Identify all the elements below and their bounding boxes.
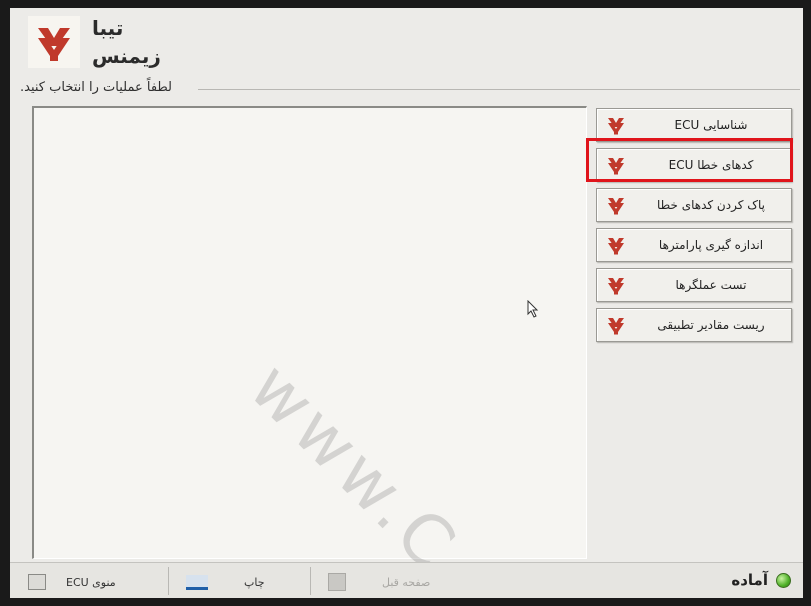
reset-adaptive-values-button[interactable]: ریست مقادیر تطبیقی <box>596 308 792 342</box>
saipa-logo-icon <box>603 193 629 217</box>
saipa-logo-icon <box>603 273 629 297</box>
actuator-test-button[interactable]: تست عملگرها <box>596 268 792 302</box>
ecu-menu-button[interactable]: منوی ECU <box>28 569 116 595</box>
statusbar-separator <box>168 567 169 595</box>
print-button[interactable]: چاپ <box>186 569 265 595</box>
status-text: آماده <box>731 571 768 589</box>
selection-highlight-box <box>586 138 793 182</box>
app-window: تیبا زیمنس لطفاً عملیات را انتخاب کنید. … <box>10 8 803 598</box>
saipa-logo-icon <box>603 113 629 137</box>
menu-item-label: ریست مقادیر تطبیقی <box>657 318 765 332</box>
clear-fault-codes-button[interactable]: پاک کردن کدهای خطا <box>596 188 792 222</box>
status-bar: منوی ECU چاپ صفحه قبل آماده <box>10 562 803 598</box>
content-panel <box>32 106 587 559</box>
menu-item-label: پاک کردن کدهای خطا <box>657 198 765 212</box>
back-arrow-icon <box>328 573 346 591</box>
menu-item-label: شناسایی ECU <box>674 118 748 132</box>
group-divider <box>198 89 800 90</box>
printer-icon <box>186 574 208 590</box>
app-title-line2: زیمنس <box>92 44 161 68</box>
screen-icon <box>28 574 46 590</box>
ecu-menu-label: منوی ECU <box>66 575 116 589</box>
menu-item-label: تست عملگرها <box>675 278 747 292</box>
measure-parameters-button[interactable]: اندازه گیری پارامترها <box>596 228 792 262</box>
ecu-identification-button[interactable]: شناسایی ECU <box>596 108 792 142</box>
mouse-cursor-icon <box>527 299 539 322</box>
saipa-logo-icon <box>603 233 629 257</box>
saipa-logo-icon <box>38 28 70 61</box>
statusbar-separator <box>310 567 311 595</box>
previous-page-label: صفحه قبل <box>382 575 431 589</box>
print-label: چاپ <box>244 575 265 589</box>
saipa-logo-icon <box>603 313 629 337</box>
saipa-logo <box>28 16 80 68</box>
status-indicator: آماده <box>731 571 791 589</box>
status-led-icon <box>776 572 791 588</box>
previous-page-button[interactable]: صفحه قبل <box>328 569 430 595</box>
menu-item-label: اندازه گیری پارامترها <box>658 238 764 252</box>
app-title-line1: تیبا <box>92 16 124 40</box>
group-label: لطفاً عملیات را انتخاب کنید. <box>16 80 177 95</box>
